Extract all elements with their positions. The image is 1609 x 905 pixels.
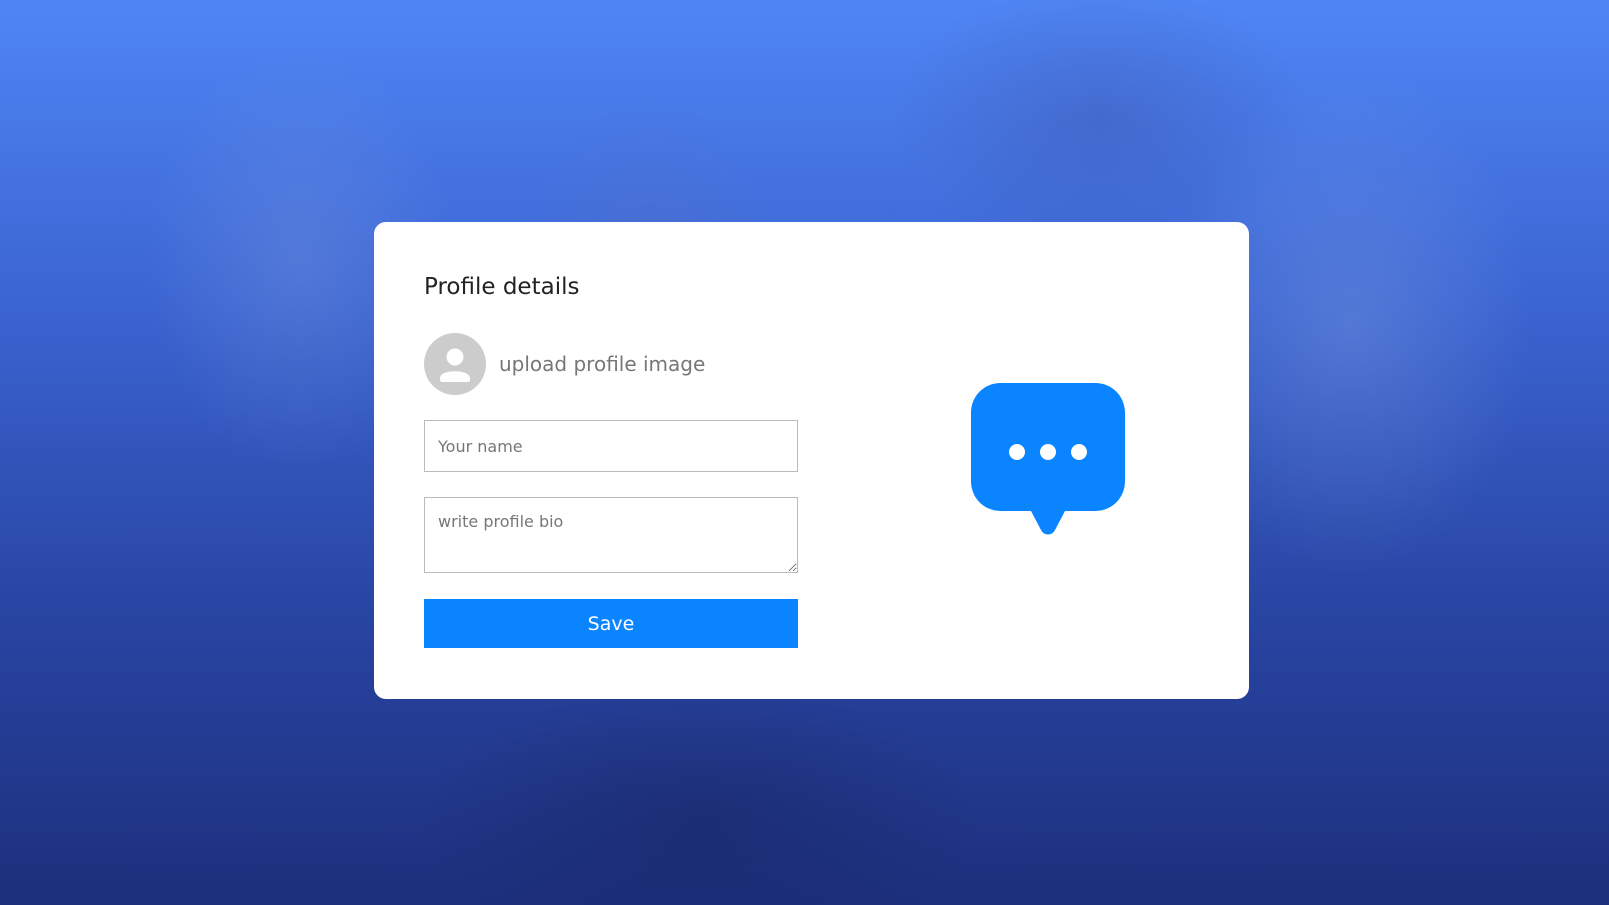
chat-dot-3 (1071, 444, 1087, 460)
chat-dot-1 (1009, 444, 1025, 460)
save-button[interactable]: Save (424, 599, 798, 648)
page-title: Profile details (424, 274, 580, 300)
bio-textarea[interactable] (424, 497, 798, 573)
user-placeholder-icon (440, 348, 470, 382)
profile-details-card: Profile details upload profile image Sav… (374, 222, 1249, 699)
avatar[interactable] (424, 333, 486, 395)
upload-profile-image-label[interactable]: upload profile image (499, 352, 705, 376)
chat-dot-2 (1040, 444, 1056, 460)
name-input[interactable] (424, 420, 798, 472)
chat-bubble-icon (971, 383, 1125, 535)
upload-profile-image-button[interactable]: upload profile image (424, 333, 705, 395)
